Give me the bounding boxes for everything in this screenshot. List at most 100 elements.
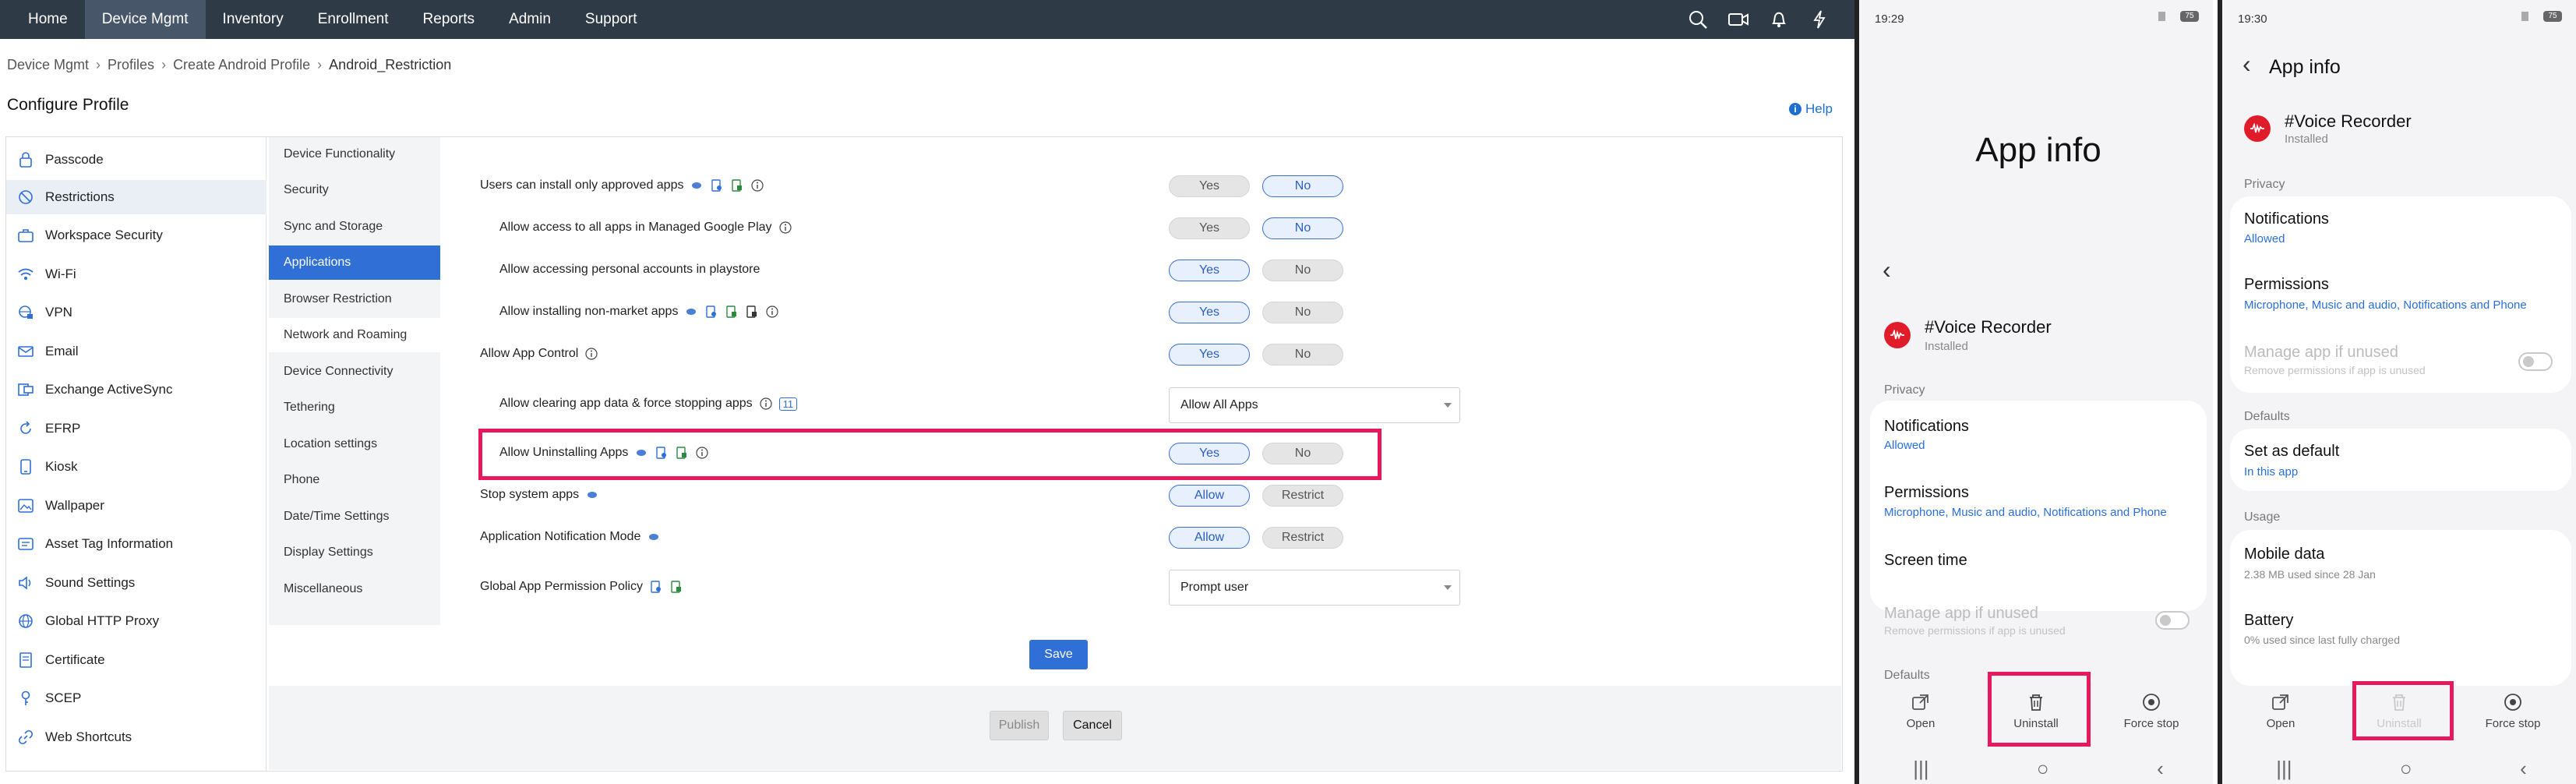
sidebar-item-asset-tag[interactable]: Asset Tag Information <box>6 527 266 561</box>
subnav-location-settings[interactable]: Location settings <box>269 427 440 461</box>
subnav-applications[interactable]: Applications <box>269 245 440 280</box>
search-icon[interactable] <box>1686 8 1710 31</box>
publish-button[interactable]: Publish <box>990 711 1049 740</box>
sidebar-item-web-shortcuts[interactable]: Web Shortcuts <box>6 720 266 754</box>
bell-icon[interactable] <box>1767 8 1791 31</box>
open-external-icon <box>2272 694 2288 710</box>
subnav-display-settings[interactable]: Display Settings <box>269 535 440 570</box>
yes-option[interactable]: Yes <box>1169 175 1250 197</box>
info-icon[interactable] <box>759 397 773 411</box>
subnav-phone[interactable]: Phone <box>269 463 440 497</box>
back-nav-icon[interactable]: ‹ <box>2520 757 2527 781</box>
subnav-miscellaneous[interactable]: Miscellaneous <box>269 572 440 606</box>
home-icon[interactable]: ○ <box>2037 757 2049 781</box>
info-icon[interactable] <box>750 178 764 192</box>
sidebar-item-sound-settings[interactable]: Sound Settings <box>6 566 266 600</box>
sidebar-item-email[interactable]: Email <box>6 334 266 369</box>
subnav-sync-storage[interactable]: Sync and Storage <box>269 210 440 244</box>
no-option[interactable]: No <box>1262 175 1343 197</box>
info-icon[interactable] <box>765 305 779 319</box>
sidebar-item-efrp[interactable]: EFRP <box>6 411 266 446</box>
sidebar-item-scep[interactable]: SCEP <box>6 681 266 715</box>
sidebar-item-certificate[interactable]: Certificate <box>6 643 266 677</box>
save-button[interactable]: Save <box>1029 640 1088 669</box>
help-link[interactable]: i Help <box>1789 101 1833 117</box>
restrict-option[interactable]: Restrict <box>1262 485 1343 507</box>
nav-support[interactable]: Support <box>568 0 655 39</box>
manage-app-toggle[interactable] <box>2155 611 2190 630</box>
sidebar-item-exchange-activesync[interactable]: Exchange ActiveSync <box>6 373 266 407</box>
info-icon[interactable] <box>584 347 598 361</box>
info-icon[interactable] <box>695 446 709 460</box>
recents-icon[interactable]: ||| <box>2276 757 2292 781</box>
globe-icon <box>17 613 34 630</box>
yes-option[interactable]: Yes <box>1169 260 1250 281</box>
clear-app-data-select[interactable]: Allow All Apps <box>1169 387 1460 423</box>
permissions-item[interactable]: Permissions <box>1884 484 1969 502</box>
mobile-data-item[interactable]: Mobile data <box>2244 546 2324 563</box>
device-owner-icon <box>710 178 724 192</box>
wifi-icon <box>17 266 34 283</box>
subnav-tethering[interactable]: Tethering <box>269 390 440 425</box>
sidebar-item-passcode[interactable]: Passcode <box>6 143 266 177</box>
sidebar-item-wallpaper[interactable]: Wallpaper <box>6 489 266 523</box>
force-stop-action[interactable]: Force stop <box>2108 692 2194 730</box>
subnav-device-functionality[interactable]: Device Functionality <box>269 137 440 171</box>
sidebar-item-kiosk[interactable]: Kiosk <box>6 450 266 484</box>
setting-label: Allow accessing personal accounts in pla… <box>499 263 760 277</box>
info-icon[interactable] <box>778 221 792 235</box>
sidebar-item-workspace-security[interactable]: Workspace Security <box>6 218 266 253</box>
breadcrumb-device-mgmt[interactable]: Device Mgmt <box>7 57 89 73</box>
open-action[interactable]: Open <box>2238 692 2324 730</box>
manage-app-toggle[interactable] <box>2518 352 2553 371</box>
breadcrumb-profiles[interactable]: Profiles <box>108 57 154 73</box>
subnav-browser-restriction[interactable]: Browser Restriction <box>269 282 440 316</box>
open-action[interactable]: Open <box>1878 692 1964 730</box>
recents-icon[interactable]: ||| <box>1913 757 1928 781</box>
yes-option[interactable]: Yes <box>1169 344 1250 366</box>
sidebar-item-vpn[interactable]: VPN <box>6 295 266 330</box>
back-nav-icon[interactable]: ‹ <box>2157 757 2164 781</box>
nav-enrollment[interactable]: Enrollment <box>301 0 406 39</box>
permissions-item[interactable]: Permissions <box>2244 276 2329 294</box>
no-option[interactable]: No <box>1262 344 1343 366</box>
setting-label: Users can install only approved apps <box>480 178 764 192</box>
nav-reports[interactable]: Reports <box>406 0 492 39</box>
no-option[interactable]: No <box>1262 260 1343 281</box>
no-option[interactable]: No <box>1262 302 1343 323</box>
permission-policy-select[interactable]: Prompt user <box>1169 570 1460 606</box>
allow-option[interactable]: Allow <box>1169 527 1250 549</box>
yes-option[interactable]: Yes <box>1169 443 1250 464</box>
footer-bar <box>269 686 1841 770</box>
nav-admin[interactable]: Admin <box>492 0 568 39</box>
set-default-item[interactable]: Set as default <box>2244 443 2339 461</box>
screen-time-item[interactable]: Screen time <box>1884 552 1967 570</box>
sidebar-item-restrictions[interactable]: Restrictions <box>6 180 266 214</box>
no-option[interactable]: No <box>1262 217 1343 239</box>
subnav-datetime-settings[interactable]: Date/Time Settings <box>269 500 440 534</box>
nav-device-mgmt[interactable]: Device Mgmt <box>84 0 206 39</box>
battery-item[interactable]: Battery <box>2244 612 2293 630</box>
back-icon[interactable]: ‹ <box>1883 257 1891 282</box>
allow-option[interactable]: Allow <box>1169 485 1250 507</box>
breadcrumb-create-android-profile[interactable]: Create Android Profile <box>173 57 310 73</box>
notifications-item[interactable]: Notifications <box>1884 418 1969 436</box>
yes-option[interactable]: Yes <box>1169 217 1250 239</box>
subnav-network-roaming[interactable]: Network and Roaming <box>269 318 440 352</box>
home-icon[interactable]: ○ <box>2400 757 2412 781</box>
video-icon[interactable] <box>1727 8 1750 31</box>
yes-option[interactable]: Yes <box>1169 302 1250 323</box>
notifications-item[interactable]: Notifications <box>2244 210 2329 228</box>
sidebar-item-global-http-proxy[interactable]: Global HTTP Proxy <box>6 604 266 638</box>
lightning-icon[interactable] <box>1808 8 1831 31</box>
subnav-device-connectivity[interactable]: Device Connectivity <box>269 355 440 389</box>
back-icon[interactable]: ‹ <box>2243 51 2251 76</box>
sidebar-item-wifi[interactable]: Wi-Fi <box>6 257 266 291</box>
subnav-security[interactable]: Security <box>269 173 440 207</box>
cancel-button[interactable]: Cancel <box>1063 711 1122 740</box>
nav-home[interactable]: Home <box>0 0 85 39</box>
nav-inventory[interactable]: Inventory <box>206 0 301 39</box>
force-stop-action[interactable]: Force stop <box>2470 692 2556 730</box>
restrict-option[interactable]: Restrict <box>1262 527 1343 549</box>
no-option[interactable]: No <box>1262 443 1343 464</box>
